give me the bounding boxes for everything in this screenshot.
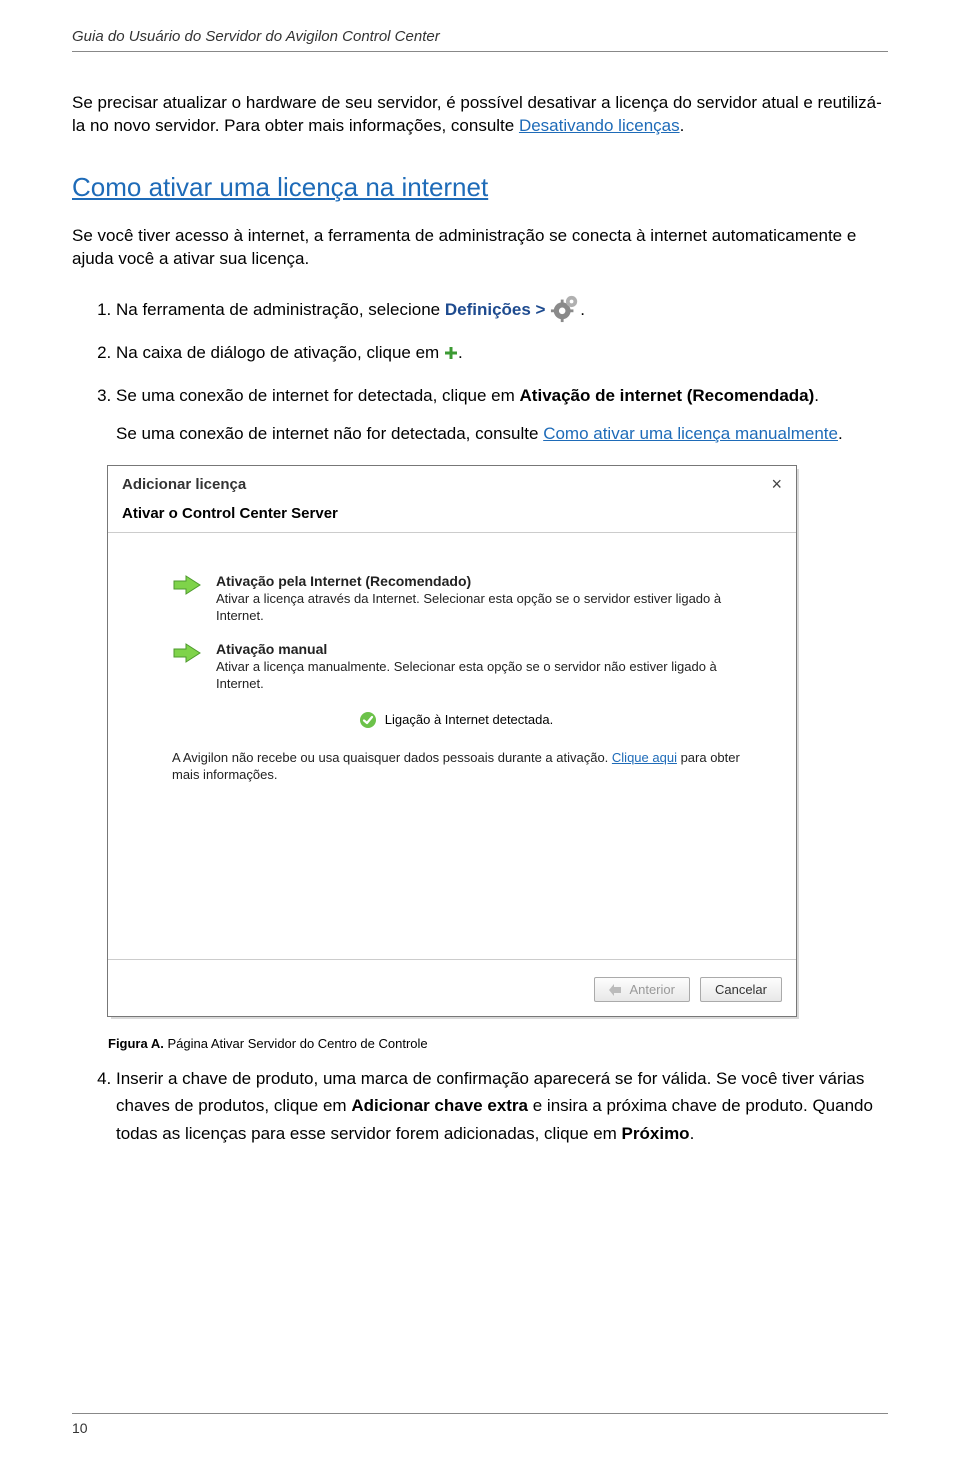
connection-status-text: Ligação à Internet detectada. (385, 712, 553, 727)
section-heading: Como ativar uma licença na internet (72, 172, 888, 203)
plus-icon (444, 341, 458, 355)
step-1: Na ferramenta de administração, selecion… (116, 293, 888, 323)
step-4: Inserir a chave de produto, uma marca de… (116, 1065, 888, 1147)
option-manual[interactable]: Ativação manual Ativar a licença manualm… (172, 641, 740, 693)
option-internet-title: Ativação pela Internet (Recomendado) (216, 573, 740, 589)
step-3-text-a: Se uma conexão de internet for detectada… (116, 386, 520, 405)
step-3-text-b: . (814, 386, 819, 405)
dialog-title-text: Adicionar licença (122, 476, 246, 493)
steps-list-cont: Inserir a chave de produto, uma marca de… (72, 1065, 888, 1147)
step-3-note: Se uma conexão de internet não for detec… (116, 423, 888, 446)
dialog-adicionar-licenca: Adicionar licença × Ativar o Control Cen… (108, 466, 796, 1016)
option-internet-text: Ativação pela Internet (Recomendado) Ati… (216, 573, 740, 625)
step-1-text-b: . (580, 300, 585, 319)
arrow-left-icon (609, 983, 623, 997)
gear-icon (550, 293, 580, 323)
figure-caption-text: Página Ativar Servidor do Centro de Cont… (167, 1036, 427, 1051)
intro-text-a: Se precisar atualizar o hardware de seu … (72, 93, 882, 135)
link-desativando-licencas[interactable]: Desativando licenças (519, 116, 680, 135)
page-footer: 10 (72, 1413, 888, 1436)
section-lead: Se você tiver acesso à internet, a ferra… (72, 225, 888, 271)
figure-label: Figura A. (108, 1036, 164, 1051)
dialog-subtitle: Ativar o Control Center Server (108, 501, 796, 533)
step-2-text-b: . (458, 343, 463, 362)
button-anterior-label: Anterior (629, 982, 675, 997)
dialog-panel: Ativação pela Internet (Recomendado) Ati… (108, 533, 796, 794)
option-manual-desc: Ativar a licença manualmente. Selecionar… (216, 659, 740, 693)
step-1-definicoes: Definições > (445, 300, 546, 319)
arrow-right-icon (172, 573, 202, 597)
dialog-titlebar: Adicionar licença × (108, 466, 796, 501)
dialog-separator (108, 959, 796, 960)
step-3-note-b: . (838, 424, 843, 443)
button-cancelar-label: Cancelar (715, 982, 767, 997)
intro-paragraph: Se precisar atualizar o hardware de seu … (72, 92, 888, 138)
step-3-bold: Ativação de internet (Recomendada) (520, 386, 815, 405)
step-4-bold-1: Adicionar chave extra (351, 1096, 528, 1115)
option-internet[interactable]: Ativação pela Internet (Recomendado) Ati… (172, 573, 740, 625)
connection-status: Ligação à Internet detectada. (172, 711, 740, 729)
steps-list: Na ferramenta de administração, selecion… (72, 293, 888, 447)
option-manual-text: Ativação manual Ativar a licença manualm… (216, 641, 740, 693)
privacy-text-a: A Avigilon não recebe ou usa quaisquer d… (172, 750, 612, 765)
step-4-bold-2: Próximo (622, 1124, 690, 1143)
button-anterior[interactable]: Anterior (594, 977, 690, 1002)
link-privacy[interactable]: Clique aqui (612, 750, 677, 765)
intro-text-b: . (680, 116, 685, 135)
option-manual-title: Ativação manual (216, 641, 740, 657)
privacy-note: A Avigilon não recebe ou usa quaisquer d… (172, 749, 740, 784)
figure-caption: Figura A. Página Ativar Servidor do Cent… (108, 1036, 888, 1051)
page-number: 10 (72, 1420, 88, 1436)
document-header: Guia do Usuário do Servidor do Avigilon … (72, 28, 888, 52)
check-icon (359, 711, 377, 729)
step-1-text-a: Na ferramenta de administração, selecion… (116, 300, 445, 319)
link-ativar-manualmente[interactable]: Como ativar uma licença manualmente (543, 424, 838, 443)
step-2-text-a: Na caixa de diálogo de ativação, clique … (116, 343, 444, 362)
button-cancelar[interactable]: Cancelar (700, 977, 782, 1002)
step-4-text-c: . (690, 1124, 695, 1143)
step-3: Se uma conexão de internet for detectada… (116, 382, 888, 446)
step-2: Na caixa de diálogo de ativação, clique … (116, 339, 888, 366)
step-3-note-a: Se uma conexão de internet não for detec… (116, 424, 543, 443)
arrow-right-icon (172, 641, 202, 665)
option-internet-desc: Ativar a licença através da Internet. Se… (216, 591, 740, 625)
page: Guia do Usuário do Servidor do Avigilon … (0, 0, 960, 1460)
close-icon[interactable]: × (771, 474, 782, 495)
dialog-button-row: Anterior Cancelar (594, 977, 782, 1002)
